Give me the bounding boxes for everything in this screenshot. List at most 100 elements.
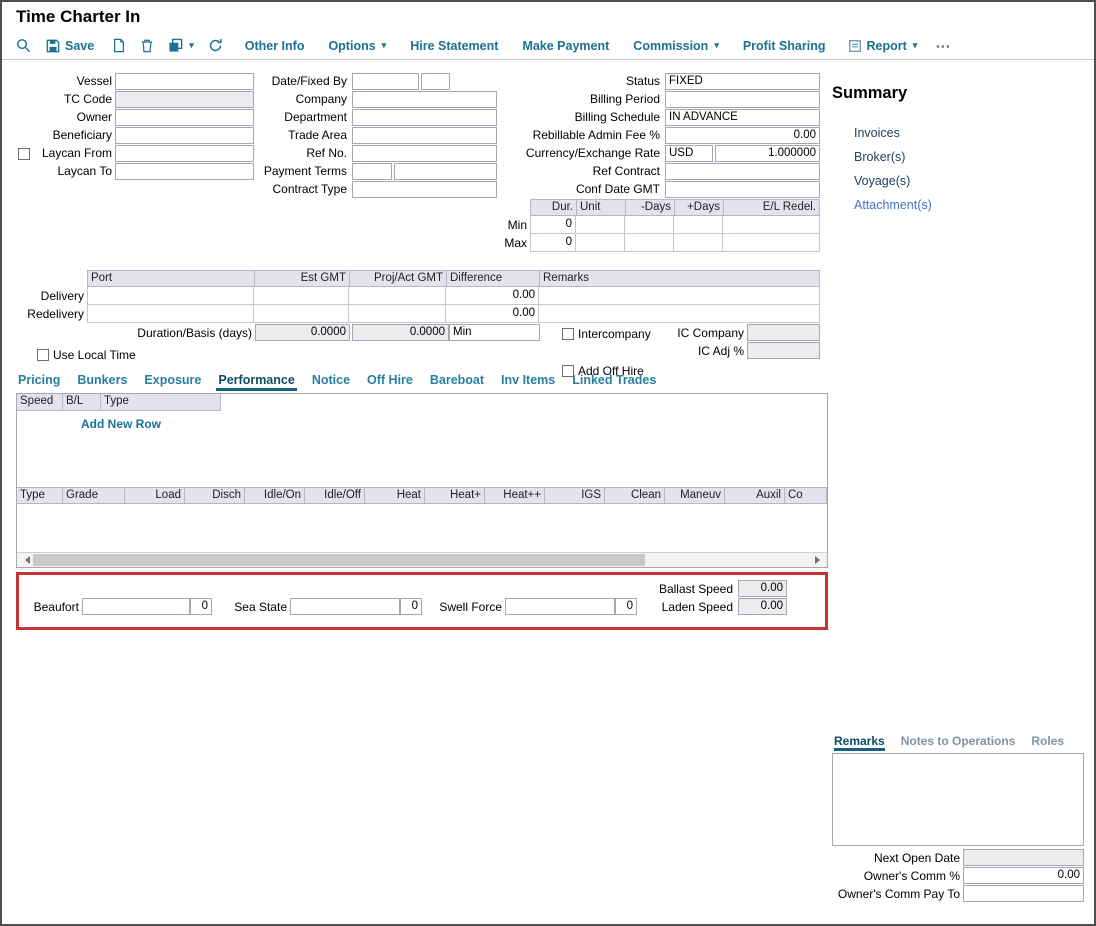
exchange-rate-input[interactable]: 1.000000: [715, 145, 820, 162]
swell-force-input[interactable]: [505, 598, 615, 615]
max-minus-days-cell[interactable]: [625, 234, 674, 252]
search-button[interactable]: [16, 38, 31, 53]
remarks-textarea[interactable]: [832, 753, 1084, 846]
min-el-redel-cell[interactable]: [723, 216, 820, 234]
save-button[interactable]: Save: [46, 39, 94, 53]
redelivery-est-gmt-cell[interactable]: [254, 305, 349, 323]
min-minus-days-cell[interactable]: [625, 216, 674, 234]
delivery-proj-act-cell[interactable]: [349, 287, 446, 305]
redelivery-remarks-cell[interactable]: [539, 305, 820, 323]
status-input[interactable]: FIXED: [665, 73, 820, 90]
scroll-left-arrow[interactable]: [17, 553, 33, 567]
copy-button[interactable]: ▾: [168, 38, 194, 53]
delivery-table-header: Port Est GMT Proj/Act GMT Difference Rem…: [87, 270, 820, 287]
refresh-button[interactable]: [208, 38, 223, 53]
make-payment-button[interactable]: Make Payment: [522, 39, 609, 53]
tab-notes-to-operations[interactable]: Notes to Operations: [901, 734, 1016, 751]
use-local-time-checkbox[interactable]: [37, 349, 49, 361]
payment-terms-desc-input[interactable]: [394, 163, 497, 180]
cons-maneuv-header: Maneuv: [665, 488, 725, 503]
profit-sharing-button[interactable]: Profit Sharing: [743, 39, 826, 53]
tab-roles[interactable]: Roles: [1031, 734, 1064, 751]
trade-area-label: Trade Area: [242, 127, 347, 144]
delivery-est-gmt-cell[interactable]: [254, 287, 349, 305]
redelivery-port-cell[interactable]: [87, 305, 254, 323]
delivery-port-cell[interactable]: [87, 287, 254, 305]
ic-adj-label: IC Adj %: [660, 343, 744, 360]
tab-inv-items[interactable]: Inv Items: [499, 373, 557, 391]
trade-area-input[interactable]: [352, 127, 497, 144]
delete-button[interactable]: [140, 38, 154, 53]
min-dur-cell[interactable]: 0: [530, 216, 576, 234]
department-input[interactable]: [352, 109, 497, 126]
more-actions-button[interactable]: ⋯: [935, 37, 951, 55]
intercompany-checkbox[interactable]: [562, 328, 574, 340]
max-plus-days-cell[interactable]: [674, 234, 723, 252]
company-input[interactable]: [352, 91, 497, 108]
report-menu[interactable]: Report▾: [848, 39, 918, 53]
search-icon: [16, 38, 31, 53]
duration-min-input[interactable]: Min: [449, 324, 540, 341]
add-new-row-link[interactable]: Add New Row: [81, 417, 161, 431]
owners-comm-input[interactable]: 0.00: [963, 867, 1084, 884]
tab-exposure[interactable]: Exposure: [142, 373, 203, 391]
delivery-difference-cell[interactable]: 0.00: [446, 287, 539, 305]
laycan-from-checkbox[interactable]: [18, 148, 30, 160]
laycan-to-label: Laycan To: [4, 163, 112, 180]
billing-schedule-input[interactable]: IN ADVANCE: [665, 109, 820, 126]
max-unit-cell[interactable]: [576, 234, 625, 252]
currency-input[interactable]: USD: [665, 145, 713, 162]
ref-contract-input[interactable]: [665, 163, 820, 180]
sea-state-value-input[interactable]: 0: [400, 598, 422, 615]
options-menu[interactable]: Options▾: [328, 39, 386, 53]
laycan-to-input[interactable]: [115, 163, 254, 180]
max-dur-cell[interactable]: 0: [530, 234, 576, 252]
cons-co-header: Co: [785, 488, 826, 503]
tab-bunkers[interactable]: Bunkers: [75, 373, 129, 391]
commission-menu[interactable]: Commission▾: [633, 39, 719, 53]
rebillable-admin-fee-input[interactable]: 0.00: [665, 127, 820, 144]
max-el-redel-cell[interactable]: [723, 234, 820, 252]
min-plus-days-cell[interactable]: [674, 216, 723, 234]
owner-input[interactable]: [115, 109, 254, 126]
delivery-remarks-cell[interactable]: [539, 287, 820, 305]
invoices-link[interactable]: Invoices: [854, 126, 900, 140]
voyages-link[interactable]: Voyage(s): [854, 174, 910, 188]
est-gmt-header: Est GMT: [255, 271, 350, 286]
scrollbar-thumb[interactable]: [33, 554, 645, 566]
redelivery-proj-act-cell[interactable]: [349, 305, 446, 323]
swell-force-value-input[interactable]: 0: [615, 598, 637, 615]
scroll-right-arrow[interactable]: [811, 553, 827, 567]
date-input[interactable]: [352, 73, 419, 90]
brokers-link[interactable]: Broker(s): [854, 150, 905, 164]
beaufort-input[interactable]: [82, 598, 190, 615]
cons-heat-plus-header: Heat+: [425, 488, 485, 503]
tab-performance[interactable]: Performance: [216, 373, 296, 391]
beaufort-value-input[interactable]: 0: [190, 598, 212, 615]
contract-type-input[interactable]: [352, 181, 497, 198]
sea-state-input[interactable]: [290, 598, 400, 615]
laycan-from-input[interactable]: [115, 145, 254, 162]
owners-comm-pay-to-input[interactable]: [963, 885, 1084, 902]
other-info-button[interactable]: Other Info: [245, 39, 305, 53]
vessel-input[interactable]: [115, 73, 254, 90]
min-unit-cell[interactable]: [576, 216, 625, 234]
attachments-link[interactable]: Attachment(s): [854, 198, 932, 212]
tab-remarks[interactable]: Remarks: [834, 734, 885, 751]
hire-statement-button[interactable]: Hire Statement: [410, 39, 498, 53]
ref-no-input[interactable]: [352, 145, 497, 162]
basis-input: 0.0000: [352, 324, 449, 341]
billing-period-input[interactable]: [665, 91, 820, 108]
redelivery-difference-cell[interactable]: 0.00: [446, 305, 539, 323]
payment-terms-code-input[interactable]: [352, 163, 392, 180]
tab-notice[interactable]: Notice: [310, 373, 352, 391]
tab-off-hire[interactable]: Off Hire: [365, 373, 415, 391]
conf-date-gmt-input[interactable]: [665, 181, 820, 198]
tab-linked-trades[interactable]: Linked Trades: [570, 373, 658, 391]
tab-bareboat[interactable]: Bareboat: [428, 373, 486, 391]
fixed-by-input[interactable]: [421, 73, 450, 90]
new-document-button[interactable]: [112, 38, 126, 53]
trash-icon: [140, 38, 154, 53]
beneficiary-input[interactable]: [115, 127, 254, 144]
tab-pricing[interactable]: Pricing: [16, 373, 62, 391]
